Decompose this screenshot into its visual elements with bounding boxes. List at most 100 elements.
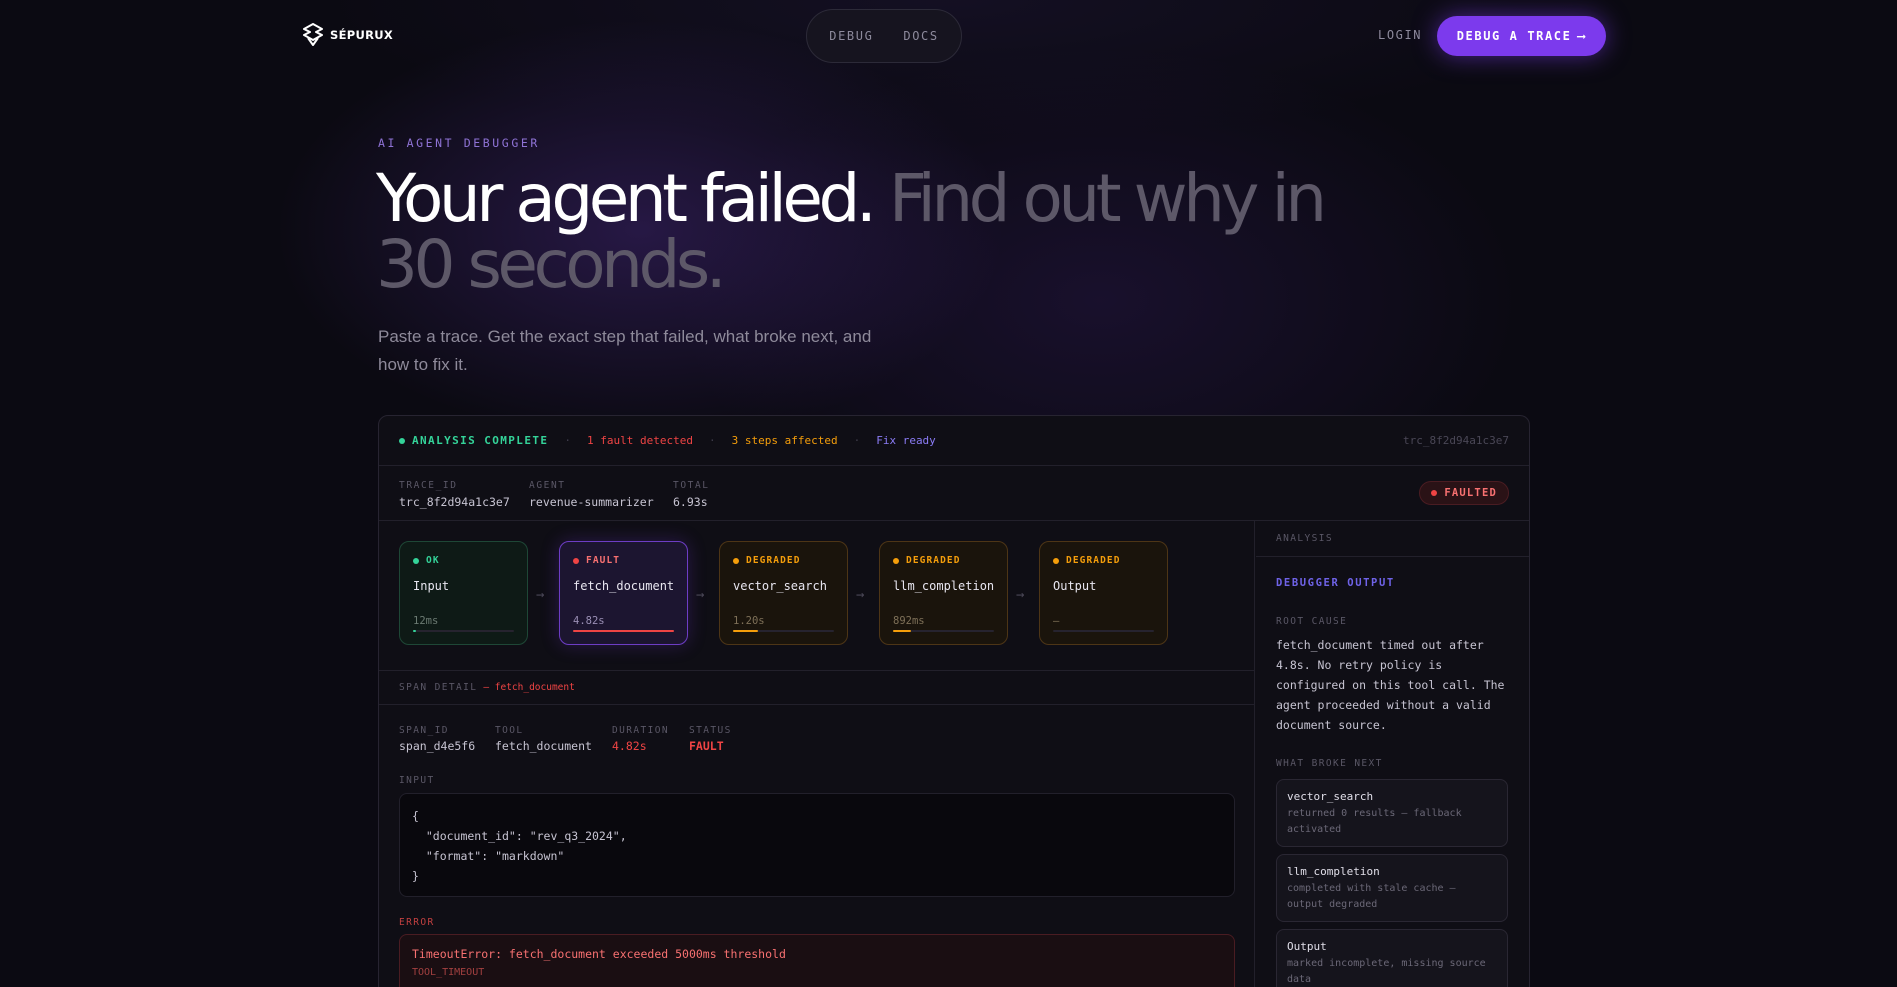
node-progress-fill <box>573 630 674 632</box>
field-label: STATUS <box>689 725 732 736</box>
meta-value: 6.93s <box>673 495 708 509</box>
node-name: llm_completion <box>893 579 995 593</box>
cta-label: DEBUG A TRACE <box>1456 29 1572 43</box>
error-block: TimeoutError: fetch_document exceeded 50… <box>399 934 1235 987</box>
node-name: Output <box>1053 579 1097 593</box>
span-tool-field: TOOL fetch_document <box>495 725 592 753</box>
status-dot-icon <box>399 438 405 444</box>
meta-label: TOTAL <box>673 480 710 491</box>
meta-label: AGENT <box>529 480 566 491</box>
debug-a-trace-button[interactable]: DEBUG A TRACE ⟶ <box>1437 16 1606 56</box>
root-cause-text: fetch_document timed out after 4.8s. No … <box>1276 638 1505 732</box>
field-value: FAULT <box>689 739 724 753</box>
arrow-right-icon: → <box>1016 587 1025 603</box>
field-value: 4.82s <box>612 739 647 753</box>
steps-affected: 3 steps affected <box>731 434 838 447</box>
span-duration-field: DURATION 4.82s <box>612 725 669 753</box>
impact-name: vector_search <box>1287 790 1374 803</box>
meta-agent: AGENT revenue-summarizer <box>529 480 654 509</box>
login-link[interactable]: LOGIN <box>1378 28 1422 42</box>
span-detail-target: — fetch_document <box>483 682 575 693</box>
node-progress-track <box>413 630 514 632</box>
node-duration: 1.20s <box>733 615 765 627</box>
pipeline-node-llm-completion[interactable]: DEGRADED llm_completion 892ms <box>879 541 1008 645</box>
code-line: { <box>412 809 419 823</box>
meta-label: TRACE_ID <box>399 480 458 491</box>
impact-card[interactable]: llm_completion completed with stale cach… <box>1276 854 1508 922</box>
debugger-output-title: DEBUGGER OUTPUT <box>1276 577 1395 589</box>
analysis-complete-status: ANALYSIS COMPLETE <box>399 434 548 447</box>
node-progress-fill <box>413 630 416 632</box>
hero-subtext: Paste a trace. Get the exact step that f… <box>378 327 872 374</box>
node-status: OK <box>413 555 514 566</box>
node-progress-track <box>893 630 994 632</box>
pipeline-node-input[interactable]: OK Input 12ms <box>399 541 528 645</box>
trace-detail-column: OK Input 12ms → FAULT fetch_document 4.8… <box>379 521 1255 987</box>
code-line: "format": "markdown" <box>412 849 565 863</box>
pipeline-node-output[interactable]: DEGRADED Output — <box>1039 541 1168 645</box>
trace-id-label: trc_8f2d94a1c3e7 <box>1403 434 1509 447</box>
trace-analysis-panel: ANALYSIS COMPLETE · 1 fault detected · 3… <box>378 415 1530 987</box>
field-value: span_d4e5f6 <box>399 739 476 753</box>
node-progress-fill <box>893 630 912 632</box>
impact-description: returned 0 results — fallback activated <box>1287 808 1462 835</box>
brand-mark-icon <box>303 23 323 46</box>
separator: · <box>564 434 572 447</box>
node-progress-track <box>1053 630 1154 632</box>
input-code-block: { "document_id": "rev_q3_2024", "format"… <box>399 793 1235 897</box>
span-id-field: SPAN_ID span_d4e5f6 <box>399 725 475 753</box>
node-status: DEGRADED <box>733 555 834 566</box>
meta-trace-id: TRACE_ID trc_8f2d94a1c3e7 <box>399 480 510 509</box>
analysis-status-bar: ANALYSIS COMPLETE · 1 fault detected · 3… <box>379 416 1529 466</box>
brand-logo[interactable]: SÉPURUX <box>302 23 393 47</box>
node-name: Input <box>413 579 450 593</box>
arrow-right-icon: → <box>536 587 545 603</box>
node-name: fetch_document <box>573 579 675 593</box>
node-status: FAULT <box>573 555 674 566</box>
error-label: ERROR <box>399 917 435 928</box>
analysis-header: ANALYSIS <box>1256 521 1529 557</box>
top-nav: SÉPURUX DEBUG DOCS LOGIN DEBUG A TRACE ⟶ <box>0 0 1897 72</box>
pipeline-node-fetch-document[interactable]: FAULT fetch_document 4.82s <box>559 541 688 645</box>
node-duration: — <box>1053 615 1060 627</box>
pipeline-node-vector-search[interactable]: DEGRADED vector_search 1.20s <box>719 541 848 645</box>
status-dot-icon <box>1431 490 1438 496</box>
faulted-badge: FAULTED <box>1419 481 1509 505</box>
separator: · <box>708 434 716 447</box>
span-detail-title: SPAN DETAIL <box>399 682 478 693</box>
impact-card[interactable]: vector_search returned 0 results — fallb… <box>1276 779 1508 847</box>
analysis-column: ANALYSIS DEBUGGER OUTPUT ROOT CAUSE fetc… <box>1256 521 1529 987</box>
brand-name: SÉPURUX <box>330 28 394 42</box>
fix-ready-link[interactable]: Fix ready <box>876 434 936 447</box>
node-duration: 4.82s <box>573 615 605 627</box>
field-value: fetch_document <box>495 739 592 753</box>
impact-name: llm_completion <box>1287 865 1380 878</box>
nav-link-docs[interactable]: DOCS <box>903 29 938 43</box>
step-pipeline: OK Input 12ms → FAULT fetch_document 4.8… <box>379 521 1254 671</box>
meta-value: trc_8f2d94a1c3e7 <box>399 495 510 509</box>
what-broke-next-label: WHAT BROKE NEXT <box>1276 758 1383 769</box>
meta-total: TOTAL 6.93s <box>673 480 710 509</box>
error-code: TOOL_TIMEOUT <box>412 967 485 978</box>
fault-count: 1 fault detected <box>587 434 693 447</box>
node-status: DEGRADED <box>1053 555 1154 566</box>
separator: · <box>853 434 861 447</box>
node-name: vector_search <box>733 579 827 593</box>
node-progress-fill <box>733 630 759 632</box>
meta-value: revenue-summarizer <box>529 495 654 509</box>
span-meta: SPAN_ID span_d4e5f6 TOOL fetch_document … <box>379 705 1254 765</box>
nav-link-debug[interactable]: DEBUG <box>829 29 873 43</box>
impact-card[interactable]: Output marked incomplete, missing source… <box>1276 929 1508 987</box>
span-detail-header: SPAN DETAIL — fetch_document <box>379 671 1254 705</box>
hero-headline: Your agent failed. Find out why in 30 se… <box>376 166 1336 298</box>
node-progress-track <box>573 630 674 632</box>
field-label: SPAN_ID <box>399 725 449 736</box>
field-label: TOOL <box>495 725 524 736</box>
node-status: DEGRADED <box>893 555 994 566</box>
node-progress-track <box>733 630 834 632</box>
nav-pill: DEBUG DOCS <box>806 9 962 63</box>
code-line: } <box>412 869 419 883</box>
trace-meta: TRACE_ID trc_8f2d94a1c3e7 AGENT revenue-… <box>379 466 1529 521</box>
node-duration: 892ms <box>893 615 925 627</box>
span-status-field: STATUS FAULT <box>689 725 732 753</box>
